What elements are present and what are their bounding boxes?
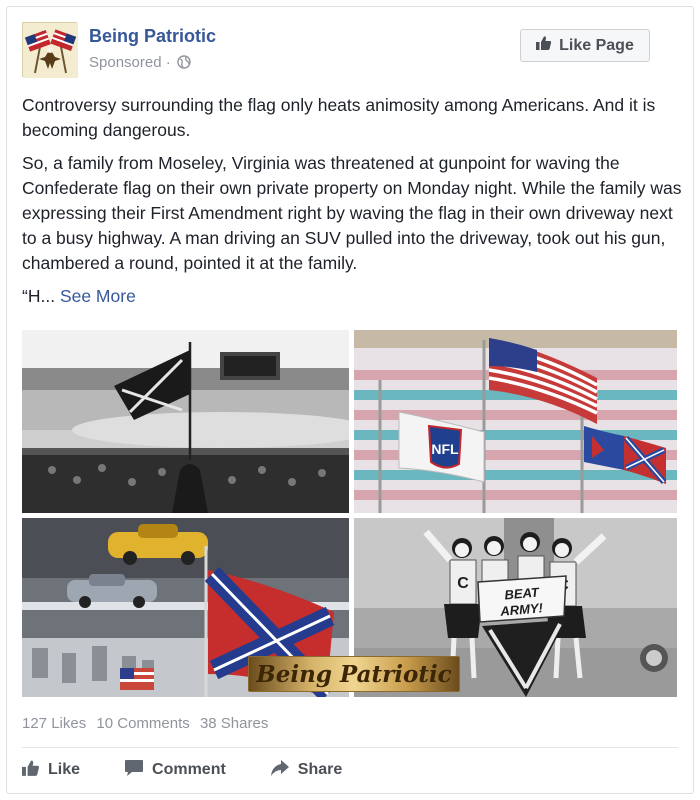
post-action-bar: Like Comment Share xyxy=(22,755,386,785)
post-body-text: Controversy surrounding the flag only he… xyxy=(22,93,682,317)
shirt-letter: C xyxy=(457,575,469,592)
speech-bubble-icon xyxy=(124,759,144,782)
likes-count[interactable]: 127 Likes xyxy=(22,715,86,732)
share-arrow-icon xyxy=(270,759,290,782)
like-page-button[interactable]: Like Page xyxy=(520,29,650,62)
thumbs-up-icon xyxy=(22,759,40,782)
post-paragraph: So, a family from Moseley, Virginia was … xyxy=(22,153,682,273)
like-button[interactable]: Like xyxy=(22,755,80,785)
shares-count[interactable]: 38 Shares xyxy=(200,715,268,732)
sponsored-label[interactable]: Sponsored xyxy=(89,54,162,71)
comment-label: Comment xyxy=(152,761,226,778)
page-name-link[interactable]: Being Patriotic xyxy=(89,26,216,47)
engagement-stats: 127 Likes 10 Comments 38 Shares xyxy=(22,715,274,732)
post-paragraph: Controversy surrounding the flag only he… xyxy=(22,95,656,140)
post-header: Being Patriotic Sponsored · Like Page xyxy=(22,22,678,84)
sponsored-post-card: Being Patriotic Sponsored · Like Page Co… xyxy=(6,6,694,794)
sign-text-beat: BEAT xyxy=(504,584,541,602)
truncated-text: “H... xyxy=(22,286,56,306)
comments-count[interactable]: 10 Comments xyxy=(96,715,189,732)
post-truncated-line: “H... See More xyxy=(22,284,682,309)
share-label: Share xyxy=(297,761,343,778)
share-button[interactable]: Share xyxy=(270,755,342,785)
nfl-flag-text: NFL xyxy=(431,441,459,457)
post-meta: Sponsored · xyxy=(89,54,191,73)
action-divider xyxy=(22,747,678,748)
see-more-link[interactable]: See More xyxy=(60,286,136,306)
globe-icon xyxy=(177,55,191,73)
stadium-flag-photo[interactable] xyxy=(22,330,349,513)
being-patriotic-watermark: Being Patriotic xyxy=(248,656,460,692)
page-avatar[interactable] xyxy=(22,22,78,78)
nfl-flags-photo[interactable]: NFL xyxy=(354,330,677,513)
thumbs-up-icon xyxy=(536,35,552,56)
comment-button[interactable]: Comment xyxy=(124,755,226,785)
like-label: Like xyxy=(48,761,81,778)
watermark-text: Being Patriotic xyxy=(256,660,452,688)
photo-collage[interactable]: NFL C BEAT ARMY! Being Patriotic xyxy=(22,330,677,697)
like-page-label: Like Page xyxy=(559,36,634,54)
meta-separator: · xyxy=(165,54,171,71)
